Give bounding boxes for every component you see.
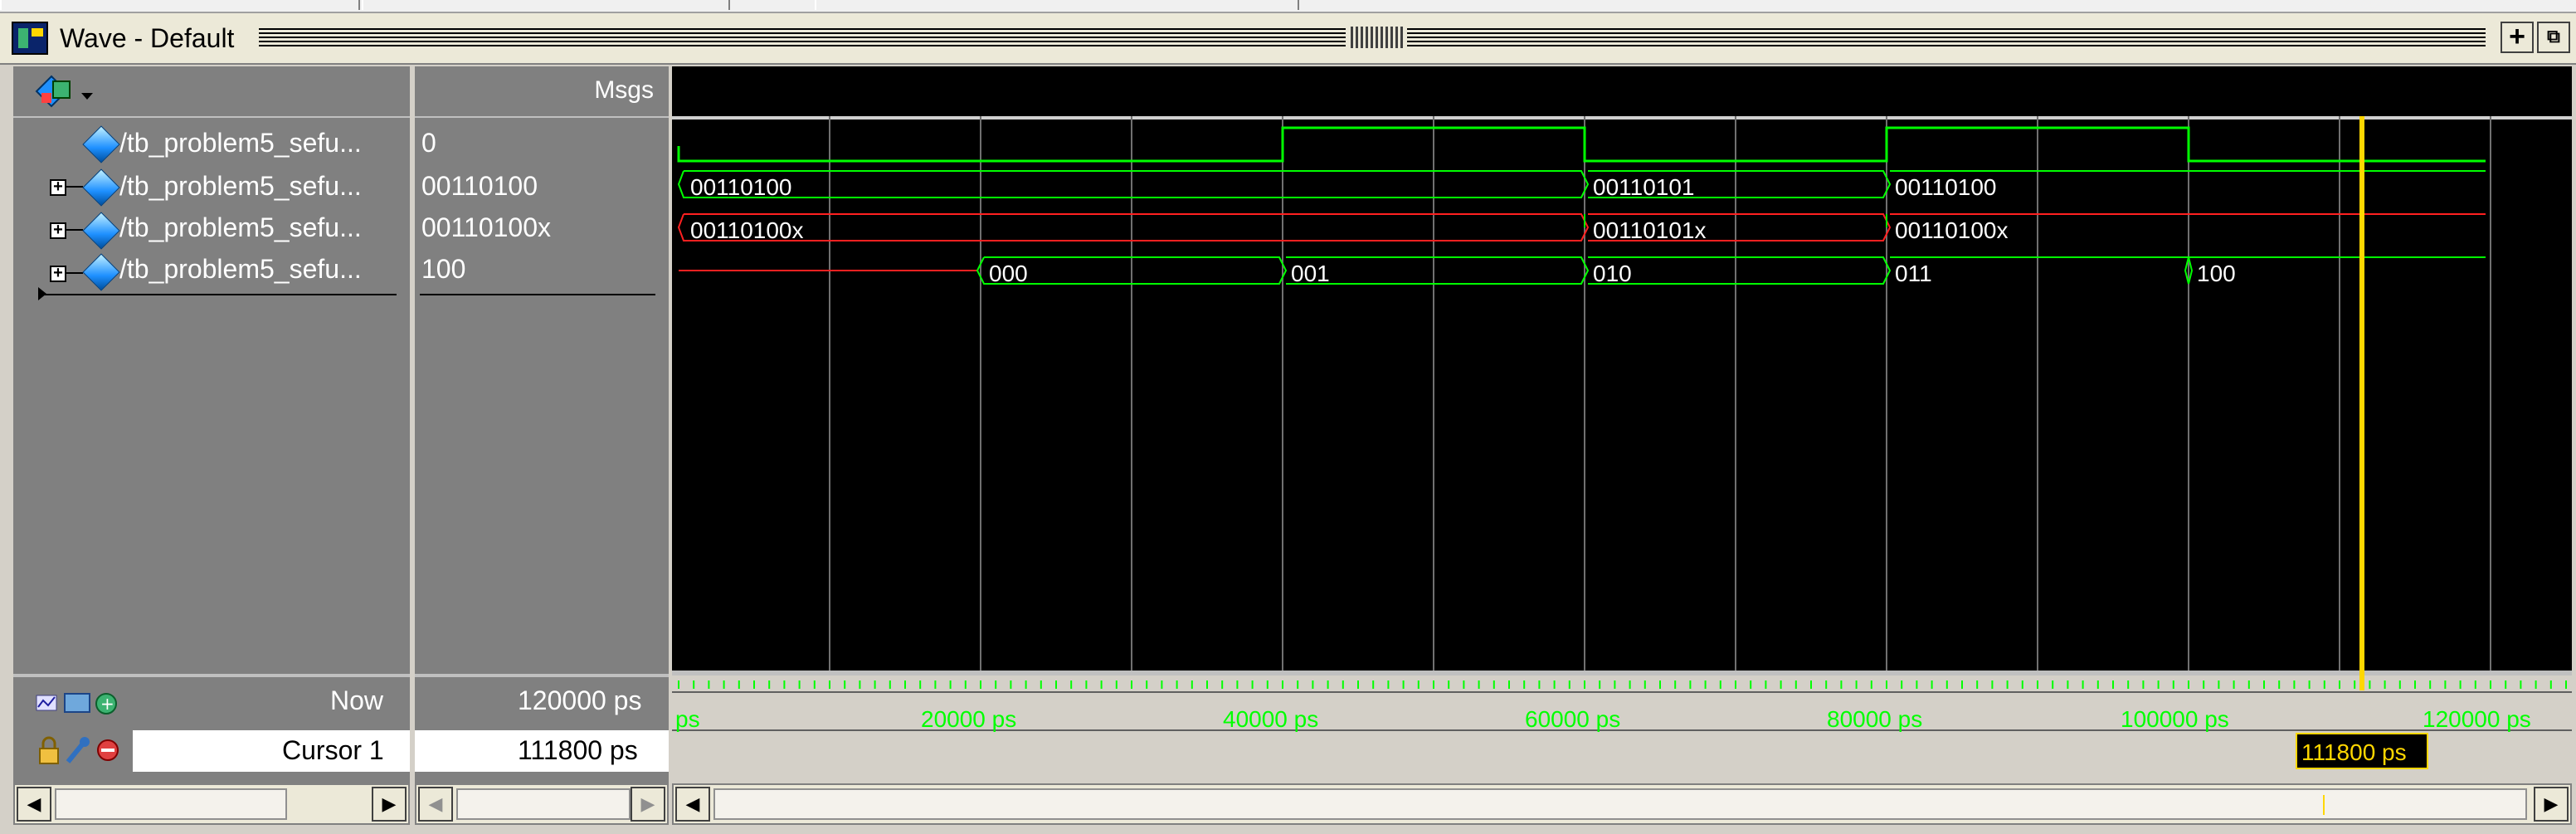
scroll-left-button[interactable]: ◀ — [418, 787, 453, 822]
signal-value: 100 — [421, 254, 466, 284]
signal-name[interactable]: /tb_problem5_sefu... — [119, 128, 362, 159]
plus-expand-icon[interactable]: + — [50, 222, 66, 239]
bus1-value: 00110100 — [690, 174, 792, 200]
cursor-tag-label: 111800 ps — [2301, 739, 2407, 765]
wave-canvas[interactable]: 00110100 00110101 00110100 00110100x 001… — [672, 116, 2572, 785]
bus1-value: 00110100 — [1895, 174, 1997, 200]
timeline-tick-label: 120000 ps — [2423, 706, 2531, 732]
cursor-icons — [39, 736, 119, 764]
plus-expand-icon[interactable]: + — [50, 265, 66, 282]
value-scrollbar[interactable]: ◀ ▶ — [415, 783, 669, 825]
bus2-value: 00110100x — [690, 217, 804, 243]
monitor-icon — [64, 693, 90, 713]
name-header — [13, 66, 410, 118]
signal-value: 0 — [421, 128, 436, 158]
signal-value: 00110100 — [421, 171, 538, 201]
bus1-value: 00110101 — [1593, 174, 1695, 200]
bus2-value: 00110100x — [1895, 217, 2009, 243]
insert-marker — [40, 294, 397, 295]
wrench-icon — [66, 737, 90, 763]
bus3-value: 001 — [1291, 261, 1330, 286]
scrollbar-thumb[interactable] — [55, 788, 287, 820]
title-bar[interactable]: Wave - Default + ⧉ — [0, 13, 2576, 65]
wave-bus-2 — [677, 213, 2486, 241]
strip-cell — [362, 0, 730, 10]
scrollbar-thumb[interactable] — [456, 788, 631, 820]
wave-window-icon — [12, 22, 48, 55]
wave-signal-0 — [677, 126, 2486, 163]
scroll-left-button[interactable]: ◀ — [17, 787, 51, 822]
undock-button[interactable]: ⧉ — [2537, 22, 2570, 53]
cursor-label[interactable]: Cursor 1 — [282, 735, 384, 766]
now-value: 120000 ps — [518, 685, 642, 715]
cursor-line — [2359, 116, 2364, 690]
bus3-value: 010 — [1593, 261, 1632, 286]
scrollbar-thumb[interactable] — [713, 788, 2527, 820]
wave-header — [672, 66, 2572, 119]
add-cursor-icon: + — [95, 693, 117, 715]
bus3-value: 100 — [2197, 261, 2236, 286]
signal-value-panel[interactable] — [415, 66, 669, 674]
strip-cell — [815, 0, 1299, 10]
signal-value: 00110100x — [421, 212, 551, 242]
signal-name[interactable]: /tb_problem5_sefu... — [119, 254, 362, 285]
timeline-separator — [672, 671, 2572, 675]
scroll-right-button[interactable]: ▶ — [631, 787, 665, 822]
window-title: Wave - Default — [60, 23, 235, 53]
now-icons: + — [36, 693, 117, 715]
name-scrollbar[interactable]: ◀ ▶ — [13, 783, 410, 825]
scroll-right-button[interactable]: ▶ — [2534, 787, 2569, 822]
timeline-tick-label: 60000 ps — [1525, 706, 1620, 732]
title-grip[interactable] — [1407, 28, 2486, 46]
timeline-tick-label: 20000 ps — [921, 706, 1016, 732]
remove-cursor-icon — [97, 739, 119, 761]
title-grip[interactable] — [259, 28, 1346, 46]
signal-name[interactable]: /tb_problem5_sefu... — [119, 212, 362, 243]
top-strip — [0, 0, 2576, 13]
cursor-value[interactable]: 111800 ps — [518, 735, 638, 766]
scroll-left-button[interactable]: ◀ — [675, 787, 710, 822]
wave-scrollbar[interactable]: ◀ ▶ — [672, 783, 2572, 825]
timeline-tick-label: 100000 ps — [2121, 706, 2229, 732]
bus3-value: 000 — [989, 261, 1028, 286]
dock-icon: + — [2509, 21, 2525, 52]
now-label: Now — [330, 685, 384, 715]
strip-cell — [0, 0, 360, 10]
svg-text:+: + — [100, 694, 114, 714]
timeline-ruler — [678, 680, 2567, 689]
timeline-tick-label: ps — [675, 706, 700, 732]
cursor-position-marker — [2323, 795, 2325, 815]
timeline-tick-label: 40000 ps — [1223, 706, 1318, 732]
signal-palette-icon[interactable] — [35, 73, 101, 110]
title-grip-handle[interactable] — [1351, 27, 1404, 48]
insert-marker — [420, 294, 655, 295]
bus2-value: 00110101x — [1593, 217, 1707, 243]
lock-icon — [39, 736, 59, 764]
scroll-right-button[interactable]: ▶ — [372, 787, 407, 822]
value-header: Msgs — [415, 66, 669, 118]
undock-icon: ⧉ — [2547, 26, 2560, 46]
wave-edit-icon — [36, 695, 57, 711]
dock-button[interactable]: + — [2501, 22, 2534, 53]
bus3-value: 011 — [1895, 261, 1932, 286]
wave-bus-1 — [677, 170, 2486, 198]
plus-expand-icon[interactable]: + — [50, 178, 66, 196]
signal-name[interactable]: /tb_problem5_sefu... — [119, 171, 362, 202]
msgs-label: Msgs — [594, 76, 654, 104]
insert-arrow-icon — [38, 287, 46, 300]
timeline-tick-label: 80000 ps — [1827, 706, 1922, 732]
